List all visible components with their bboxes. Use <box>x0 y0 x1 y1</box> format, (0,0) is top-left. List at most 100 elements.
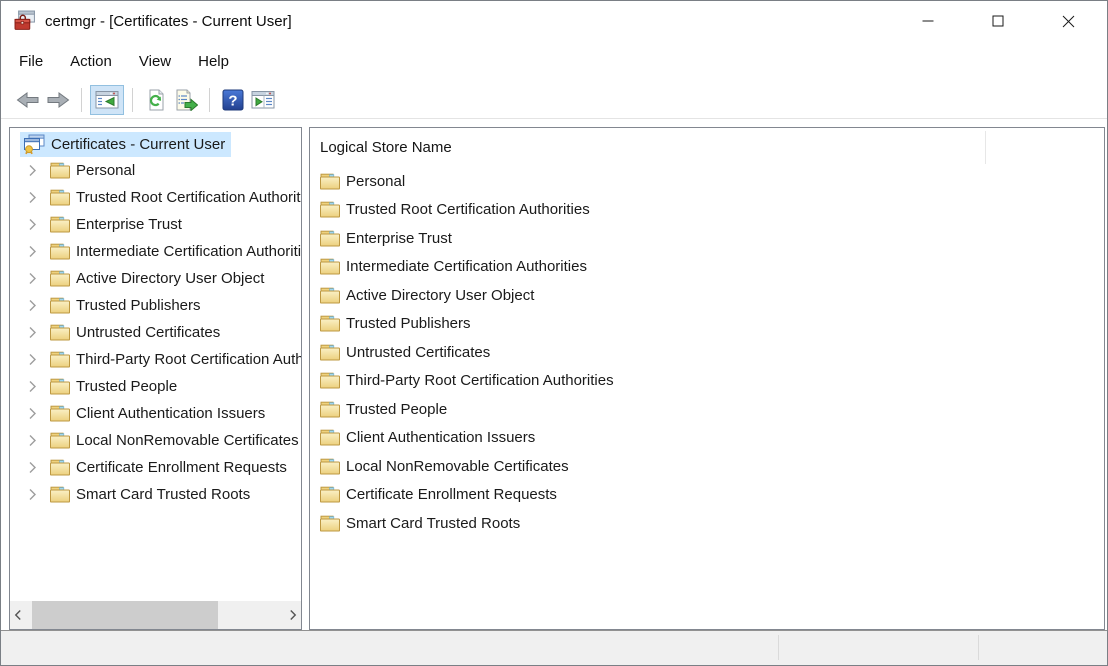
folder-icon <box>50 459 70 476</box>
column-header-logical-store-name[interactable]: Logical Store Name <box>310 128 1104 167</box>
list-item-label: Intermediate Certification Authorities <box>346 258 587 275</box>
scroll-right-arrow[interactable] <box>285 601 301 629</box>
export-list-button[interactable] <box>171 85 201 115</box>
scrollbar-track[interactable] <box>26 601 285 629</box>
store-list-panel: Logical Store Name Personal Trusted Root… <box>309 127 1105 630</box>
close-icon <box>1062 15 1075 28</box>
list-item-label: Trusted People <box>346 401 447 418</box>
help-button[interactable]: ? <box>218 85 248 115</box>
tree-horizontal-scrollbar[interactable] <box>10 601 301 629</box>
list-item[interactable]: Client Authentication Issuers <box>310 424 1104 453</box>
list-item[interactable]: Smart Card Trusted Roots <box>310 509 1104 538</box>
chevron-right-icon[interactable] <box>28 299 37 312</box>
minimize-button[interactable] <box>893 1 963 41</box>
refresh-button[interactable] <box>141 85 171 115</box>
list-item[interactable]: Trusted Publishers <box>310 310 1104 339</box>
list-item[interactable]: Enterprise Trust <box>310 224 1104 253</box>
tree-item[interactable]: Certificate Enrollment Requests <box>10 454 301 481</box>
list-item[interactable]: Untrusted Certificates <box>310 338 1104 367</box>
tree-item[interactable]: Personal <box>10 157 301 184</box>
list-item[interactable]: Active Directory User Object <box>310 281 1104 310</box>
forward-icon <box>46 91 70 109</box>
list-item[interactable]: Trusted People <box>310 395 1104 424</box>
folder-icon <box>320 315 340 332</box>
scrollbar-thumb[interactable] <box>32 601 218 629</box>
tree-item[interactable]: Trusted Root Certification Authorities <box>10 184 301 211</box>
list-item-label: Untrusted Certificates <box>346 344 490 361</box>
folder-icon <box>320 401 340 418</box>
show-console-tree-button[interactable] <box>90 85 124 115</box>
console-tree-panel: Certificates - Current User Personal Tru… <box>9 127 302 630</box>
tree-item[interactable]: Local NonRemovable Certificates <box>10 427 301 454</box>
tree-item[interactable]: Untrusted Certificates <box>10 319 301 346</box>
chevron-right-icon[interactable] <box>28 245 37 258</box>
tree-item-label: Third-Party Root Certification Authoriti… <box>76 351 301 368</box>
menu-item[interactable]: Help <box>196 50 231 73</box>
folder-icon <box>50 486 70 503</box>
list-item[interactable]: Intermediate Certification Authorities <box>310 253 1104 282</box>
tree-item[interactable]: Smart Card Trusted Roots <box>10 481 301 508</box>
svg-text:?: ? <box>228 93 237 110</box>
chevron-right-icon[interactable] <box>28 488 37 501</box>
refresh-icon <box>145 89 167 111</box>
chevron-right-icon[interactable] <box>28 380 37 393</box>
chevron-right-icon[interactable] <box>28 191 37 204</box>
folder-icon <box>50 270 70 287</box>
chevron-right-icon[interactable] <box>28 164 37 177</box>
chevron-right-icon[interactable] <box>28 407 37 420</box>
help-icon: ? <box>222 89 244 111</box>
list-item[interactable]: Personal <box>310 167 1104 196</box>
tree-item[interactable]: Intermediate Certification Authorities <box>10 238 301 265</box>
folder-icon <box>320 486 340 503</box>
list-item-label: Certificate Enrollment Requests <box>346 486 557 503</box>
tree-item[interactable]: Trusted Publishers <box>10 292 301 319</box>
column-divider[interactable] <box>985 131 986 164</box>
maximize-button[interactable] <box>963 1 1033 41</box>
tree-item[interactable]: Enterprise Trust <box>10 211 301 238</box>
folder-icon <box>50 378 70 395</box>
menu-item[interactable]: File <box>17 50 45 73</box>
toolbar-separator <box>209 88 210 112</box>
chevron-right-icon[interactable] <box>28 326 37 339</box>
tree-item[interactable]: Trusted People <box>10 373 301 400</box>
status-bar-divider <box>778 635 779 660</box>
list-item[interactable]: Third-Party Root Certification Authoriti… <box>310 367 1104 396</box>
folder-icon <box>320 372 340 389</box>
folder-icon <box>50 189 70 206</box>
folder-icon <box>320 201 340 218</box>
folder-icon <box>50 351 70 368</box>
list-item[interactable]: Trusted Root Certification Authorities <box>310 196 1104 225</box>
certificates-root-icon <box>22 134 45 155</box>
close-button[interactable] <box>1033 1 1103 41</box>
chevron-right-icon[interactable] <box>28 272 37 285</box>
tree-item-label: Trusted Publishers <box>76 297 201 314</box>
tree-item[interactable]: Active Directory User Object <box>10 265 301 292</box>
folder-icon <box>50 432 70 449</box>
menu-item[interactable]: Action <box>68 50 114 73</box>
list-item-label: Enterprise Trust <box>346 230 452 247</box>
list-item[interactable]: Certificate Enrollment Requests <box>310 481 1104 510</box>
folder-icon <box>320 344 340 361</box>
tree-item-label: Active Directory User Object <box>76 270 264 287</box>
folder-icon <box>320 258 340 275</box>
tree-item-label: Local NonRemovable Certificates <box>76 432 299 449</box>
maximize-icon <box>992 15 1004 27</box>
folder-icon <box>50 405 70 422</box>
back-button[interactable] <box>13 85 43 115</box>
list-item[interactable]: Local NonRemovable Certificates <box>310 452 1104 481</box>
scroll-left-arrow[interactable] <box>10 601 26 629</box>
chevron-right-icon[interactable] <box>28 434 37 447</box>
chevron-right-icon[interactable] <box>28 461 37 474</box>
back-icon <box>16 91 40 109</box>
chevron-right-icon[interactable] <box>28 353 37 366</box>
chevron-right-icon[interactable] <box>28 218 37 231</box>
tree-root-label: Certificates - Current User <box>51 136 225 153</box>
menu-item[interactable]: View <box>137 50 173 73</box>
toolbar: ? <box>1 82 1107 119</box>
tree-root-item[interactable]: Certificates - Current User <box>20 132 231 157</box>
tree-item-label: Trusted Root Certification Authorities <box>76 189 301 206</box>
show-action-pane-button[interactable] <box>248 85 278 115</box>
tree-item[interactable]: Third-Party Root Certification Authoriti… <box>10 346 301 373</box>
forward-button[interactable] <box>43 85 73 115</box>
tree-item[interactable]: Client Authentication Issuers <box>10 400 301 427</box>
